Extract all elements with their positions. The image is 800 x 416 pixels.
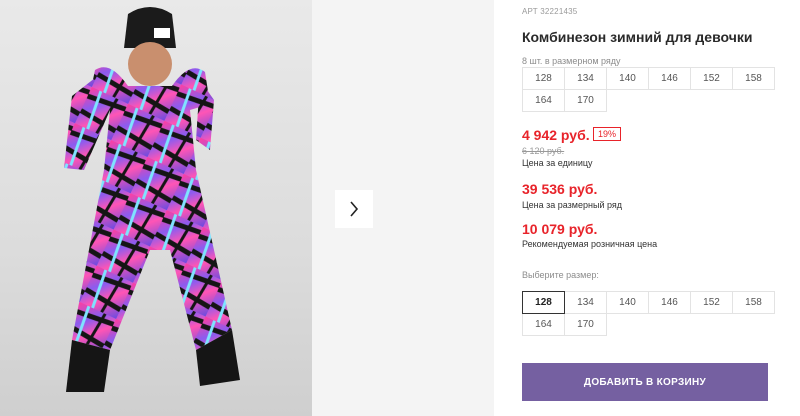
product-gallery (0, 0, 494, 416)
product-title: Комбинезон зимний для девочки (522, 29, 753, 45)
size-option-146[interactable]: 146 (648, 291, 691, 314)
size-option-140[interactable]: 140 (606, 291, 649, 314)
size-option-164[interactable]: 164 (522, 313, 565, 336)
product-article: АРТ 32221435 (522, 7, 578, 16)
old-price: 6 120 руб. (522, 146, 565, 156)
pack-price-caption: Цена за размерный ряд (522, 200, 623, 210)
size-option-152[interactable]: 152 (690, 291, 733, 314)
pack-size-152: 152 (690, 67, 733, 90)
pack-label: 8 шт. в размерном ряду (522, 56, 621, 66)
size-option-170[interactable]: 170 (564, 313, 607, 336)
pack-size-170: 170 (564, 89, 607, 112)
chevron-right-icon (350, 201, 359, 217)
pack-size-146: 146 (648, 67, 691, 90)
size-option-134[interactable]: 134 (564, 291, 607, 314)
pack-size-164: 164 (522, 89, 565, 112)
size-picker: 128 134 140 146 152 158 164 170 (522, 291, 775, 336)
pack-price: 39 536 руб. (522, 181, 598, 197)
size-option-128[interactable]: 128 (522, 291, 565, 314)
product-photo (0, 0, 312, 416)
add-to-cart-button[interactable]: ДОБАВИТЬ В КОРЗИНУ (522, 363, 768, 401)
unit-price-caption: Цена за единицу (522, 158, 593, 168)
size-option-158[interactable]: 158 (732, 291, 775, 314)
unit-price: 4 942 руб. (522, 127, 590, 143)
product-photo-illustration (64, 7, 240, 392)
discount-badge: 19% (593, 127, 622, 141)
pack-size-134: 134 (564, 67, 607, 90)
pack-size-158: 158 (732, 67, 775, 90)
rrp-price: 10 079 руб. (522, 221, 598, 237)
pack-size-128: 128 (522, 67, 565, 90)
next-image-button[interactable] (335, 190, 373, 228)
pack-size-list: 128 134 140 146 152 158 164 170 (522, 67, 775, 112)
choose-size-label: Выберите размер: (522, 270, 599, 280)
pack-size-140: 140 (606, 67, 649, 90)
rrp-price-caption: Рекомендуемая розничная цена (522, 239, 658, 249)
